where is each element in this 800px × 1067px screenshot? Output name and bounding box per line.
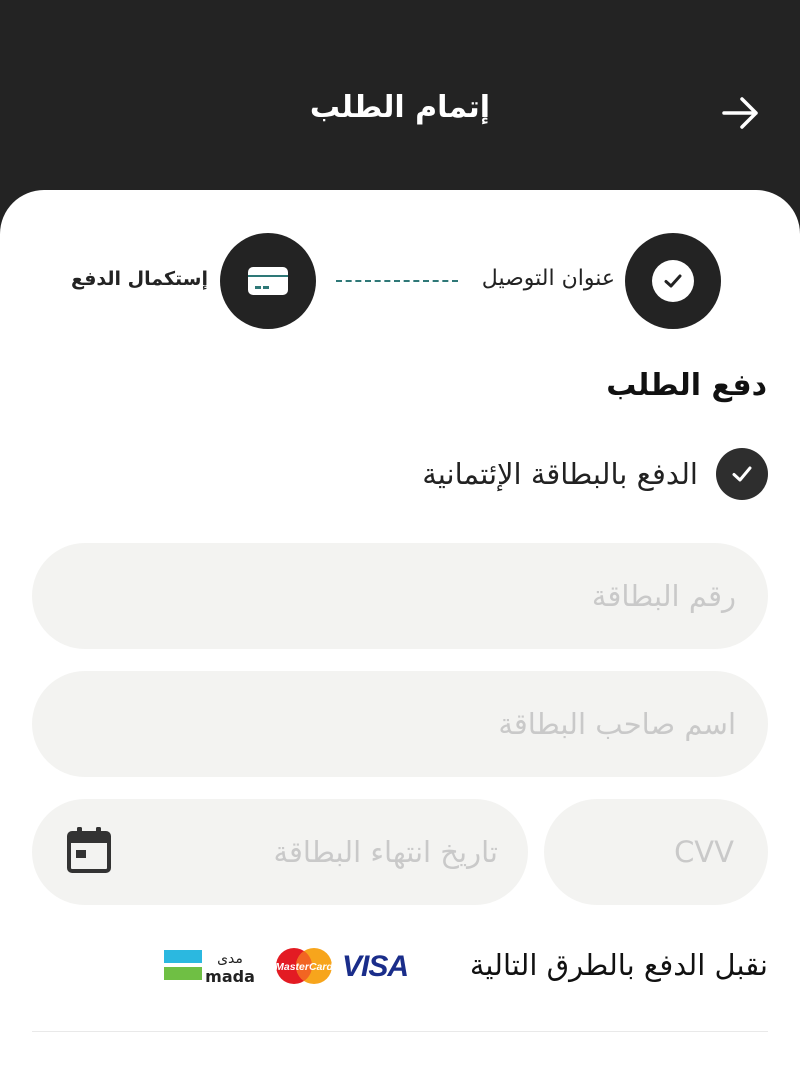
payment-option-label: الدفع بالبطاقة الإئتمانية — [422, 457, 698, 491]
page-title: إتمام الطلب — [309, 90, 491, 125]
card-number-input[interactable] — [32, 543, 768, 649]
calendar-icon[interactable] — [66, 826, 112, 874]
step-complete-payment-label: إستكمال الدفع — [70, 268, 208, 290]
selected-check-icon[interactable] — [716, 448, 768, 500]
mastercard-logo: MasterCard — [275, 948, 333, 984]
payment-section-title: دفع الطلب — [606, 368, 767, 403]
credit-card-icon — [248, 267, 288, 295]
card-holder-input[interactable] — [32, 671, 768, 777]
check-icon — [652, 260, 694, 302]
step-complete-payment[interactable] — [220, 233, 316, 329]
card-number-field[interactable] — [32, 543, 768, 649]
visa-logo: VISA — [342, 950, 409, 983]
step-delivery-address[interactable] — [625, 233, 721, 329]
divider — [32, 1031, 768, 1032]
mada-logo-ar: مدى — [217, 951, 243, 967]
step-connector — [336, 280, 458, 282]
back-arrow-icon[interactable] — [718, 90, 764, 136]
cvv-field[interactable] — [544, 799, 768, 905]
accepted-methods-text: نقبل الدفع بالطرق التالية — [469, 948, 768, 982]
mada-logo-en: mada — [205, 967, 255, 986]
step-delivery-address-label: عنوان التوصيل — [481, 266, 615, 291]
mada-logo: مدى mada — [164, 950, 255, 986]
card-holder-field[interactable] — [32, 671, 768, 777]
mastercard-logo-text: MasterCard — [275, 961, 333, 973]
credit-card-payment-option[interactable]: الدفع بالبطاقة الإئتمانية — [422, 448, 768, 500]
cvv-input[interactable] — [544, 799, 768, 905]
